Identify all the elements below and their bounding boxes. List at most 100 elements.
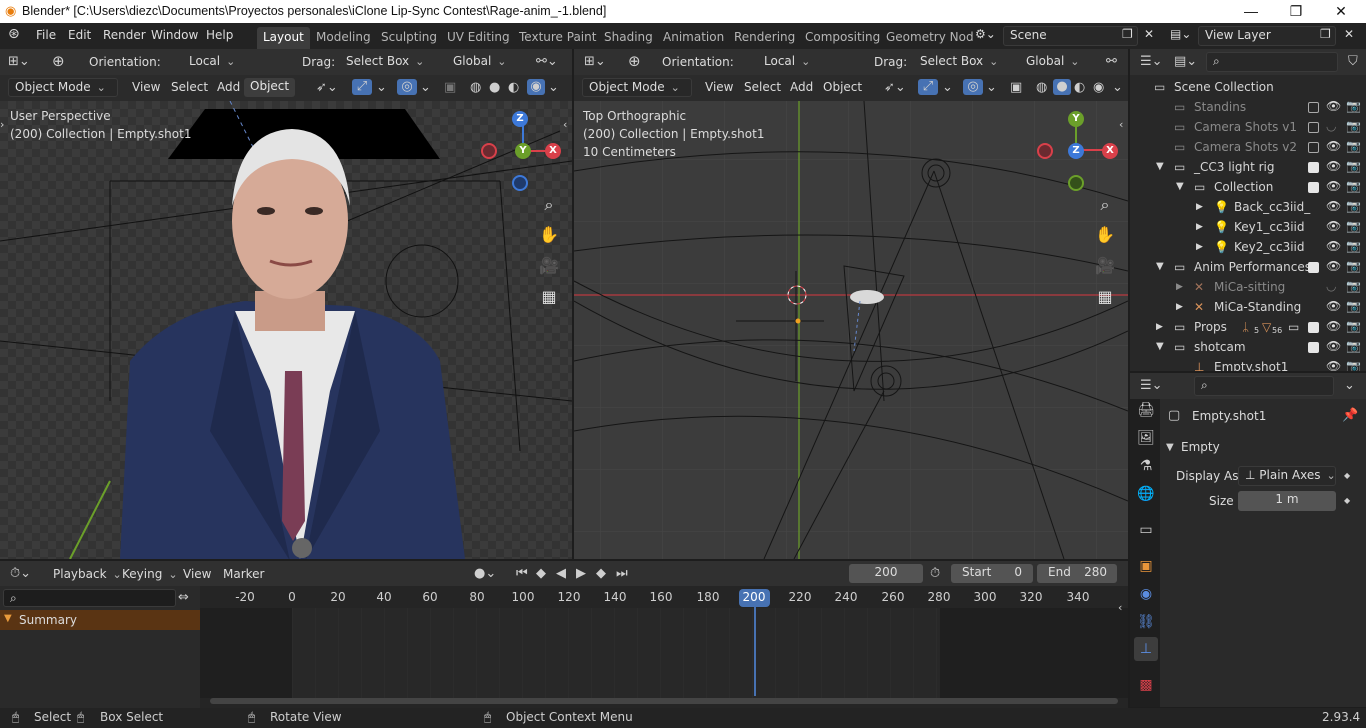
record-icon[interactable]: ●⌄ — [474, 566, 496, 582]
tab-shading[interactable]: Shading — [598, 27, 659, 49]
pivot-icon[interactable]: ⊕ — [628, 53, 641, 69]
transform-orientation-dropdown[interactable]: Global — [447, 53, 527, 72]
jump-start-icon[interactable]: ⏮ — [516, 566, 528, 582]
exclude-checkbox[interactable] — [1308, 342, 1319, 353]
overlay-dropdown-icon[interactable]: ⌄ — [986, 80, 997, 96]
outliner-row-collection[interactable]: ▼ ▭ Collection 👁 📷 — [1130, 177, 1366, 197]
select-menu[interactable]: Select — [171, 80, 208, 94]
shading-wireframe-icon[interactable]: ◍ — [470, 80, 481, 96]
visibility-eye-icon[interactable]: ◡ — [1326, 279, 1336, 293]
empty-panel-title[interactable]: Empty — [1181, 440, 1220, 454]
render-camera-icon[interactable]: 📷 — [1346, 239, 1361, 253]
shading-solid-icon[interactable]: ● — [1053, 79, 1071, 95]
xray-icon[interactable]: ▣ — [444, 80, 456, 96]
transform-orientation-dropdown[interactable]: Global — [1020, 53, 1100, 72]
orientation-dropdown[interactable]: Local — [758, 53, 856, 72]
right-3d-viewport[interactable]: ⊞⌄ ⊕ Orientation: Local Drag: Select Box… — [574, 49, 1128, 559]
properties-search-input[interactable]: ⌕ — [1194, 376, 1334, 396]
gizmo-toggle-icon[interactable]: ⤢ — [352, 79, 372, 95]
expand-arrow-icon[interactable]: ▶ — [1196, 242, 1203, 252]
pivot-icon[interactable]: ⊕ — [52, 53, 65, 69]
gizmo-x-axis[interactable]: X — [1102, 143, 1118, 159]
view-layer-selector[interactable]: View Layer — [1198, 26, 1336, 46]
render-camera-icon[interactable]: 📷 — [1346, 339, 1361, 353]
timeline-search-input[interactable]: ⌕ — [3, 589, 176, 607]
visibility-eye-icon[interactable]: 👁 — [1326, 139, 1341, 153]
render-camera-icon[interactable]: 📷 — [1346, 119, 1361, 133]
view-layer-close-icon[interactable]: ✕ — [1344, 27, 1354, 41]
outliner-row-empty-shot1[interactable]: ⊥ Empty.shot1 👁 📷 — [1130, 357, 1366, 371]
visibility-eye-icon[interactable]: ◡ — [1326, 119, 1336, 133]
scene-type-icon[interactable]: ⚙⌄ — [975, 27, 996, 41]
gizmo-y-axis[interactable]: Y — [515, 143, 531, 159]
visibility-eye-icon[interactable]: 👁 — [1326, 99, 1341, 113]
scene-close-icon[interactable]: ✕ — [1144, 27, 1154, 41]
select-tool-icon[interactable]: ➶⌄ — [316, 80, 338, 96]
outliner-row-cc3-light-rig[interactable]: ▼ ▭ _CC3 light rig 👁 📷 — [1130, 157, 1366, 177]
view-menu[interactable]: View — [705, 80, 733, 94]
tab-modeling[interactable]: Modeling — [310, 27, 377, 49]
render-camera-icon[interactable]: 📷 — [1346, 359, 1361, 371]
visibility-eye-icon[interactable]: 👁 — [1326, 179, 1341, 193]
physics-tab-icon[interactable]: ◉ — [1134, 582, 1158, 606]
expand-arrow-icon[interactable]: ▶ — [1196, 202, 1203, 212]
outliner-row-mica-sitting[interactable]: ▶ ✕ MiCa-sitting ◡ 📷 — [1130, 277, 1366, 297]
scene-selector[interactable]: Scene — [1003, 26, 1138, 46]
tab-rendering[interactable]: Rendering — [728, 27, 801, 49]
shading-material-icon[interactable]: ◐ — [1074, 80, 1085, 96]
outliner-row-camera-shots-v1[interactable]: ▭ Camera Shots v1 ◡ 📷 — [1130, 117, 1366, 137]
tab-layout[interactable]: Layout — [257, 27, 310, 49]
maximize-button[interactable]: ❐ — [1273, 0, 1319, 23]
shading-solid-icon[interactable]: ● — [489, 80, 500, 96]
expand-arrow-icon[interactable]: ▼ — [1176, 181, 1184, 192]
world-tab-icon[interactable]: 🌐 — [1134, 482, 1158, 506]
end-frame-field[interactable]: End 280 — [1037, 564, 1117, 583]
zoom-icon[interactable]: ⌕ — [535, 191, 563, 219]
exclude-checkbox[interactable] — [1308, 102, 1319, 113]
shading-dropdown-icon[interactable]: ⌄ — [1112, 80, 1123, 96]
play-icon[interactable]: ▶ — [576, 566, 586, 582]
tab-geometry-nodes[interactable]: Geometry Nod — [880, 27, 980, 49]
camera-view-icon[interactable]: 🎥 — [1091, 252, 1119, 280]
gizmo-dropdown-icon[interactable]: ⌄ — [376, 80, 387, 96]
render-camera-icon[interactable]: 📷 — [1346, 139, 1361, 153]
gizmo-neg-x-axis[interactable] — [1037, 143, 1053, 159]
prev-keyframe-icon[interactable]: ◆ — [536, 566, 546, 582]
orientation-dropdown[interactable]: Local — [183, 53, 281, 72]
render-camera-icon[interactable]: 📷 — [1346, 299, 1361, 313]
gizmo-dropdown-icon[interactable]: ⌄ — [942, 80, 953, 96]
exclude-checkbox[interactable] — [1308, 182, 1319, 193]
outliner-search-input[interactable]: ⌕ — [1206, 52, 1338, 72]
shading-dropdown-icon[interactable]: ⌄ — [548, 80, 559, 96]
editor-type-icon[interactable]: ⊞⌄ — [8, 54, 30, 70]
playhead-line[interactable] — [754, 604, 756, 696]
render-camera-icon[interactable]: 📷 — [1346, 179, 1361, 193]
render-camera-icon[interactable]: 📷 — [1346, 219, 1361, 233]
overlay-toggle-icon[interactable]: ◎ — [963, 79, 983, 95]
shading-rendered-icon[interactable]: ◉ — [1093, 80, 1104, 96]
visibility-eye-icon[interactable]: 👁 — [1326, 259, 1341, 273]
shading-rendered-icon[interactable]: ◉ — [527, 79, 545, 95]
blender-menu-icon[interactable]: ⊛ — [8, 26, 20, 42]
view-menu[interactable]: View — [183, 567, 211, 581]
object-tab-icon[interactable]: ▣ — [1134, 554, 1158, 578]
object-name[interactable]: Empty.shot1 — [1192, 409, 1266, 423]
visibility-eye-icon[interactable]: 👁 — [1326, 299, 1341, 313]
expand-arrow-icon[interactable]: ▶ — [1196, 222, 1203, 232]
exclude-checkbox[interactable] — [1308, 322, 1319, 333]
panel-collapse-icon[interactable]: ▼ — [1166, 440, 1174, 456]
render-camera-icon[interactable]: 📷 — [1346, 319, 1361, 333]
visibility-eye-icon[interactable]: 👁 — [1326, 239, 1341, 253]
visibility-eye-icon[interactable]: 👁 — [1326, 359, 1341, 371]
zoom-icon[interactable]: ⌕ — [1091, 191, 1119, 219]
next-keyframe-icon[interactable]: ◆ — [596, 566, 606, 582]
gizmo-toggle-icon[interactable]: ⤢ — [918, 79, 938, 95]
drag-dropdown[interactable]: Select Box — [914, 53, 1004, 72]
scene-copy-icon[interactable]: ❐ — [1122, 27, 1133, 41]
menu-window[interactable]: Window — [151, 28, 198, 42]
perspective-grid-icon[interactable]: ▦ — [535, 283, 563, 311]
pan-hand-icon[interactable]: ✋ — [535, 221, 563, 249]
pan-hand-icon[interactable]: ✋ — [1091, 221, 1119, 249]
marker-menu[interactable]: Marker — [223, 567, 264, 581]
editor-type-icon[interactable]: ⊞⌄ — [584, 54, 606, 70]
